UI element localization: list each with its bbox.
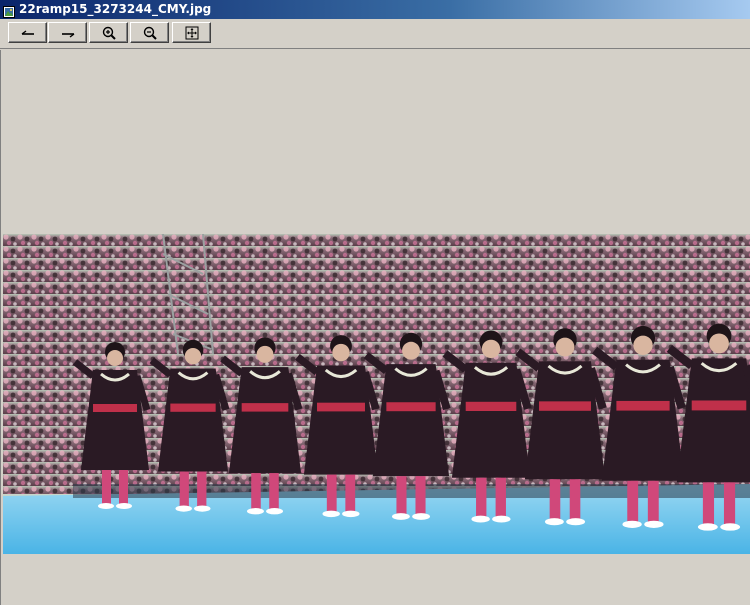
zoom-in-icon xyxy=(102,26,116,40)
next-button[interactable] xyxy=(48,22,87,43)
zoom-out-icon xyxy=(143,26,157,40)
fit-to-window-button[interactable] xyxy=(172,22,211,43)
dance-performance-photo xyxy=(3,234,750,554)
title-bar[interactable]: 22ramp15_3273244_CMY.jpg xyxy=(0,0,750,19)
fit-window-icon xyxy=(185,26,199,40)
arrow-left-icon xyxy=(21,30,34,35)
zoom-in-button[interactable] xyxy=(89,22,128,43)
image-file-icon xyxy=(3,3,15,18)
previous-button[interactable] xyxy=(8,22,47,43)
image-viewport[interactable] xyxy=(0,50,750,605)
zoom-out-button[interactable] xyxy=(130,22,169,43)
window-title: 22ramp15_3273244_CMY.jpg xyxy=(19,2,212,16)
toolbar xyxy=(0,19,750,49)
arrow-right-icon xyxy=(62,33,75,38)
